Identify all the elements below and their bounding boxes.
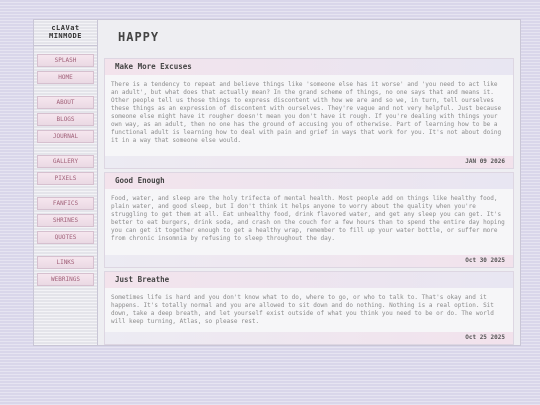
nav-about[interactable]: ABOUT [37,96,94,109]
nav-webrings[interactable]: WEBRINGS [37,273,94,286]
site-title: cLAVat MINMODE [34,20,97,46]
nav-blogs[interactable]: BLOGS [37,113,94,126]
nav-fanfics[interactable]: FANFICS [37,197,94,210]
blog-post: Just Breathe Sometimes life is hard and … [104,271,514,345]
site-title-line1: cLAVat [51,24,80,32]
sidebar: cLAVat MINMODE SPLASH HOME ABOUT BLOGS J… [34,20,98,345]
nav-splash[interactable]: SPLASH [37,54,94,67]
nav-links[interactable]: LINKS [37,256,94,269]
post-body: There is a tendency to repeat and believ… [111,81,502,144]
nav-quotes[interactable]: QUOTES [37,231,94,244]
site-title-line2: MINMODE [48,32,82,40]
nav-home[interactable]: HOME [37,71,94,84]
nav-pixels[interactable]: PIXELS [37,172,94,185]
blog-post: Good Enough Food, water, and sleep are t… [104,172,514,268]
post-title: Just Breathe [105,272,513,288]
page-title: HAPPY [118,30,160,44]
post-date: Oct 30 2025 [105,255,513,267]
nav-gallery[interactable]: GALLERY [37,155,94,168]
post-date: Oct 25 2025 [105,332,513,344]
post-body: Sometimes life is hard and you don't kno… [111,294,494,325]
site-frame: cLAVat MINMODE SPLASH HOME ABOUT BLOGS J… [33,19,521,346]
post-list[interactable]: Make More Excuses There is a tendency to… [104,58,514,345]
nav-shrines[interactable]: SHRINES [37,214,94,227]
post-date: JAN 09 2026 [105,156,513,168]
post-title: Good Enough [105,173,513,189]
post-body: Food, water, and sleep are the holy trif… [111,195,505,242]
nav-journal[interactable]: JOURNAL [37,130,94,143]
post-title: Make More Excuses [105,59,513,75]
blog-post: Make More Excuses There is a tendency to… [104,58,514,169]
